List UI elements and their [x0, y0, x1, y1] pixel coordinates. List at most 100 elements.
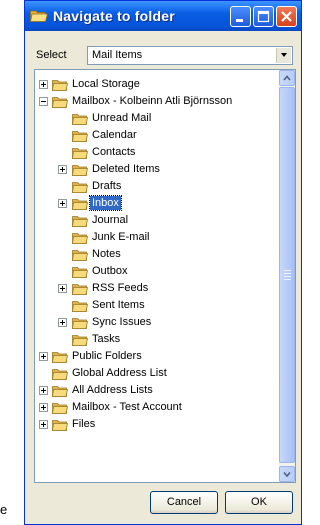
vertical-scrollbar[interactable]	[279, 70, 295, 482]
navigate-to-folder-dialog: Navigate to folder Select Mail Items Loc…	[24, 0, 302, 525]
minimize-icon	[236, 19, 243, 22]
tree-item-label: RSS Feeds	[92, 282, 149, 294]
tree-item[interactable]: Junk E-mail	[35, 229, 279, 246]
expand-icon[interactable]	[58, 199, 67, 208]
tree-item-label: Junk E-mail	[92, 231, 150, 243]
tree-item[interactable]: Unread Mail	[35, 110, 279, 127]
tree-item-label: Deleted Items	[92, 163, 160, 175]
tree-item-label: Local Storage	[72, 78, 140, 90]
expand-icon[interactable]	[39, 386, 48, 395]
grip-line	[284, 270, 291, 271]
tree-item[interactable]: RSS Feeds	[35, 280, 279, 297]
ok-button[interactable]: OK	[225, 491, 293, 514]
tree-item[interactable]: Outbox	[35, 263, 279, 280]
background-text-fragment: e	[0, 502, 8, 517]
folder-icon	[72, 199, 88, 210]
tree-item[interactable]: Mailbox - Kolbeinn Atli Björnsson	[35, 93, 279, 110]
scrollbar-thumb[interactable]	[279, 87, 295, 463]
tree-item-label: All Address Lists	[72, 384, 153, 396]
select-label: Select	[36, 49, 67, 61]
tree-item-label: Sync Issues	[92, 316, 152, 328]
folder-icon	[72, 165, 88, 176]
tree-item[interactable]: Notes	[35, 246, 279, 263]
tree-item[interactable]: All Address Lists	[35, 382, 279, 399]
tree-item[interactable]: Drafts	[35, 178, 279, 195]
arrow-down-icon	[283, 471, 291, 478]
folder-icon	[72, 318, 88, 329]
tree-item-label: Public Folders	[72, 350, 142, 362]
folder-icon	[52, 369, 68, 380]
expand-icon[interactable]	[58, 318, 67, 327]
tree-item-label: Notes	[92, 248, 121, 260]
expand-icon[interactable]	[39, 352, 48, 361]
close-icon	[281, 11, 292, 22]
folder-type-select[interactable]: Mail Items	[87, 46, 293, 65]
tree-item[interactable]: Contacts	[35, 144, 279, 161]
maximize-icon	[257, 10, 270, 23]
tree-item[interactable]: Journal	[35, 212, 279, 229]
tree-item[interactable]: Calendar	[35, 127, 279, 144]
select-value: Mail Items	[92, 49, 143, 61]
expand-icon[interactable]	[39, 420, 48, 429]
cancel-button[interactable]: Cancel	[150, 491, 218, 514]
tree-item-label: Mailbox - Kolbeinn Atli Björnsson	[72, 95, 233, 107]
tree-item-label: Files	[72, 418, 96, 430]
tree-item[interactable]: Inbox	[35, 195, 279, 212]
folder-icon	[30, 10, 48, 22]
collapse-icon[interactable]	[39, 97, 48, 106]
grip-line	[284, 279, 291, 280]
tree-item-label: Tasks	[92, 333, 121, 345]
folder-icon	[72, 114, 88, 125]
tree-item[interactable]: Public Folders	[35, 348, 279, 365]
folder-icon	[52, 352, 68, 363]
grip-line	[284, 273, 291, 274]
tree-item-label: Global Address List	[72, 367, 167, 379]
tree-item-label: Sent Items	[92, 299, 145, 311]
folder-icon	[72, 267, 88, 278]
folder-icon	[72, 233, 88, 244]
folder-icon	[72, 148, 88, 159]
maximize-button[interactable]	[253, 6, 274, 27]
title-bar[interactable]: Navigate to folder	[25, 1, 301, 31]
expand-icon[interactable]	[39, 80, 48, 89]
tree-item-label: Outbox	[92, 265, 128, 277]
expand-icon[interactable]	[58, 284, 67, 293]
tree-item[interactable]: Sync Issues	[35, 314, 279, 331]
folder-icon	[72, 216, 88, 227]
tree-item[interactable]: Deleted Items	[35, 161, 279, 178]
tree-item[interactable]: Global Address List	[35, 365, 279, 382]
tree-item-label: Inbox	[89, 195, 122, 211]
scroll-down-button[interactable]	[279, 466, 295, 482]
arrow-up-icon	[283, 75, 291, 81]
tree-item[interactable]: Tasks	[35, 331, 279, 348]
dialog-title: Navigate to folder	[53, 8, 175, 24]
folder-icon	[52, 97, 68, 108]
folder-icon	[72, 301, 88, 312]
expand-icon[interactable]	[58, 165, 67, 174]
folder-tree[interactable]: Local Storage Mailbox - Kolbeinn Atli Bjö…	[34, 69, 296, 483]
scroll-up-button[interactable]	[279, 70, 295, 86]
folder-icon	[72, 131, 88, 142]
tree-item-label: Drafts	[92, 180, 122, 192]
folder-icon	[52, 80, 68, 91]
minimize-button[interactable]	[230, 6, 251, 27]
grip-line	[284, 276, 291, 277]
tree-item-label: Unread Mail	[92, 112, 152, 124]
folder-icon	[52, 403, 68, 414]
dropdown-arrow-button[interactable]	[276, 48, 291, 63]
tree-item-label: Calendar	[92, 129, 137, 141]
folder-icon	[52, 420, 68, 431]
tree-item[interactable]: Local Storage	[35, 76, 279, 93]
folder-icon	[72, 284, 88, 295]
tree-item[interactable]: Files	[35, 416, 279, 433]
folder-icon	[72, 335, 88, 346]
chevron-down-icon	[281, 53, 287, 57]
folder-icon	[52, 386, 68, 397]
close-button[interactable]	[276, 6, 297, 27]
expand-icon[interactable]	[39, 403, 48, 412]
tree-item-label: Contacts	[92, 146, 136, 158]
tree-item[interactable]: Sent Items	[35, 297, 279, 314]
folder-icon	[72, 182, 88, 193]
tree-item[interactable]: Mailbox - Test Account	[35, 399, 279, 416]
folder-icon	[72, 250, 88, 261]
